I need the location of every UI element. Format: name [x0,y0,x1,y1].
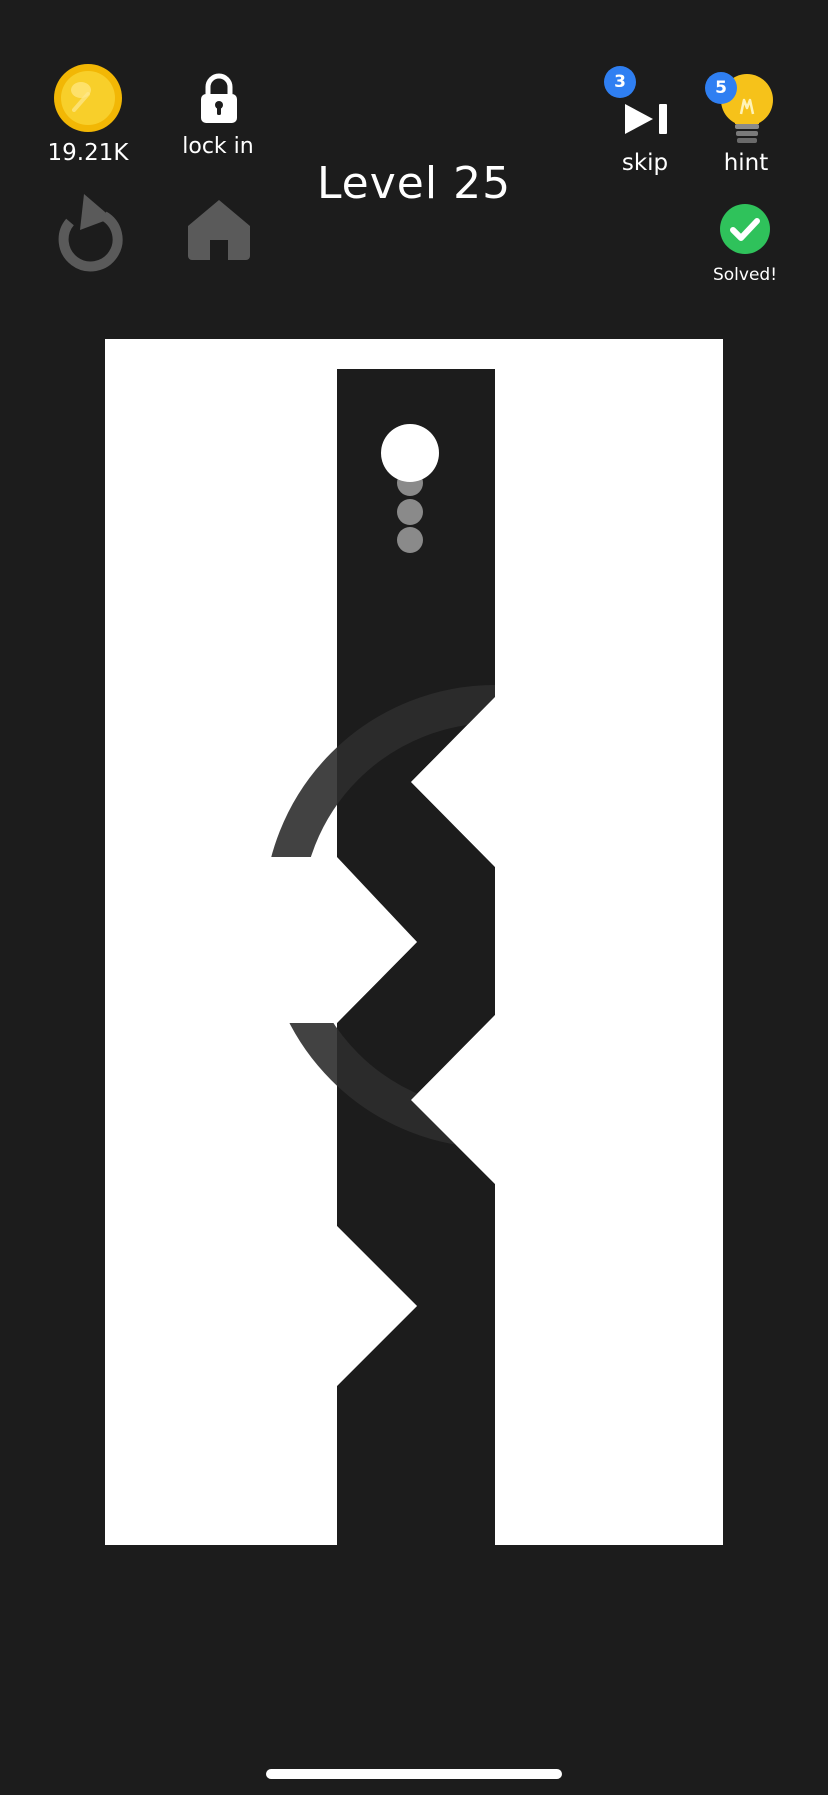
ball [381,424,439,482]
skip-button[interactable]: 3 skip [600,66,690,178]
lock-in-button[interactable]: lock in [168,68,268,160]
hint-label: hint [723,150,769,176]
lock-in-label: lock in [182,134,254,159]
skip-forward-icon [625,104,667,134]
coin-count: 19.21K [47,140,129,166]
solved-label: Solved! [712,265,778,285]
padlock-icon [201,73,237,123]
skip-count-badge: 3 [604,66,636,98]
gold-coin-icon [54,64,122,132]
hint-count-badge: 5 [705,72,737,104]
home-indicator[interactable] [266,1769,562,1779]
restart-arrow-icon [58,194,123,272]
skip-label: skip [621,150,669,176]
check-circle-icon [720,204,770,254]
ball-trail-dot [397,499,423,525]
restart-button[interactable] [54,190,124,272]
game-board[interactable] [105,339,723,1545]
level-title: Level 25 [316,158,512,209]
hint-button[interactable]: 5 hint [705,66,787,178]
ball-trail-dot [397,527,423,553]
